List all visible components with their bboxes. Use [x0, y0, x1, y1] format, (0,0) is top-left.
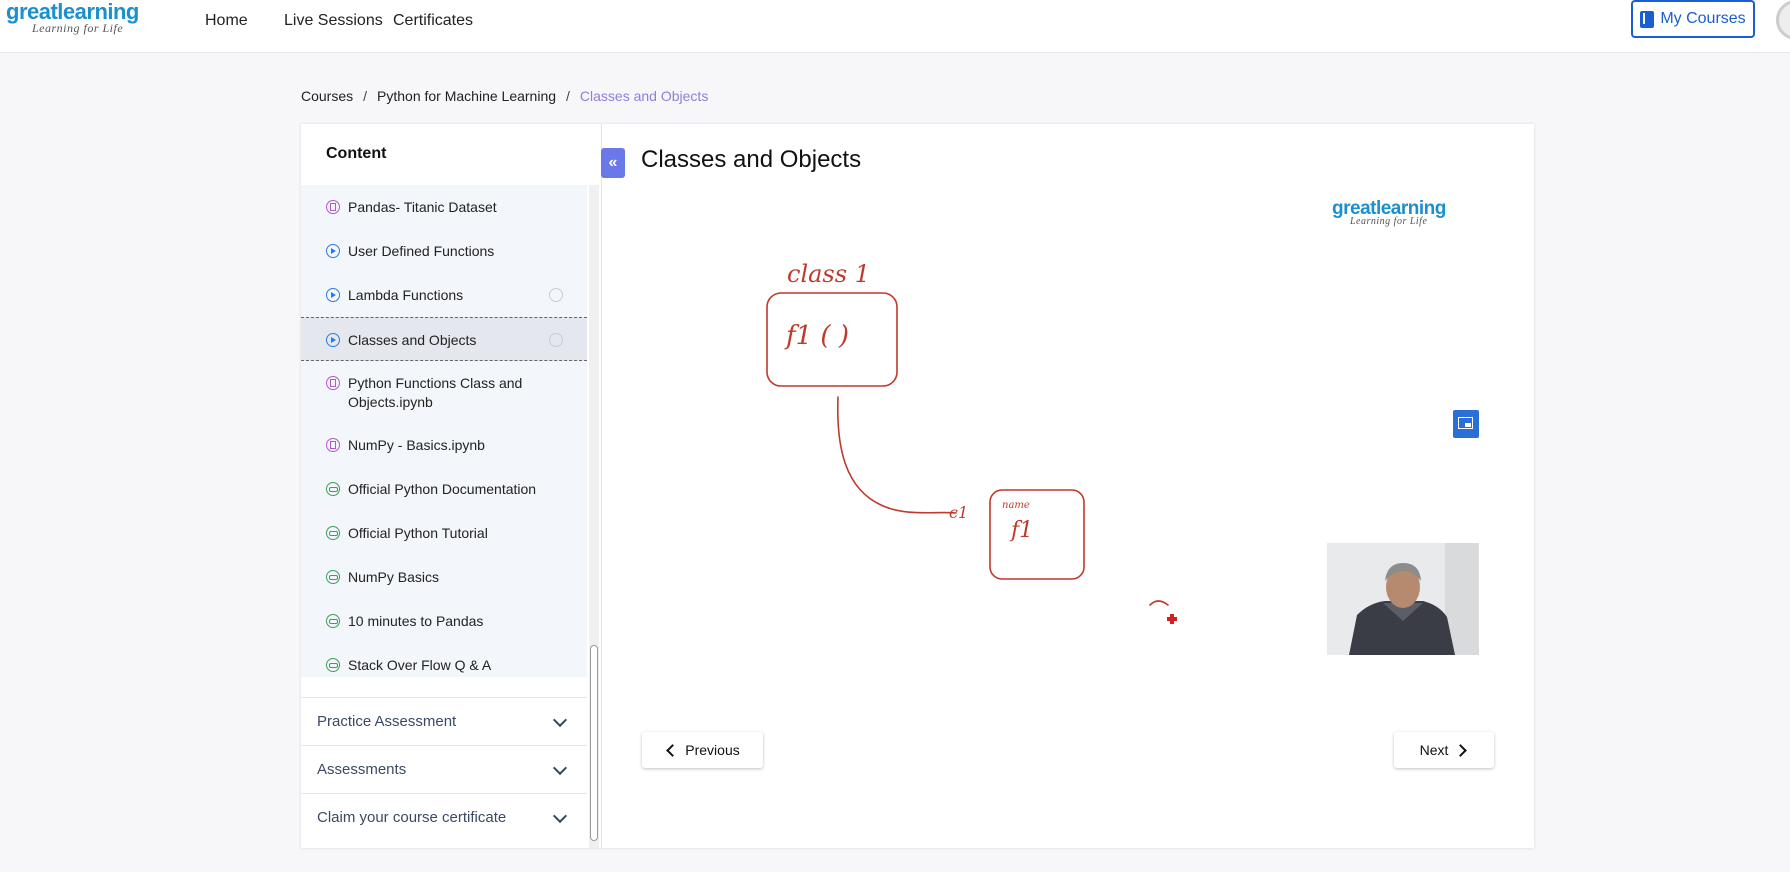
content-sidebar: Content Pandas- Titanic Dataset User Def…: [301, 124, 602, 848]
sidebar-item-label: Lambda Functions: [348, 287, 464, 303]
section-label: Practice Assessment: [317, 713, 457, 730]
play-icon: [326, 333, 340, 347]
play-icon: [326, 288, 340, 302]
pen-cursor-icon: [1167, 614, 1177, 624]
my-courses-label: My Courses: [1660, 10, 1746, 27]
nav-certificates[interactable]: Certificates: [393, 12, 473, 30]
sketch-class-label: class 1: [787, 260, 870, 288]
sidebar-item-lambda-functions[interactable]: Lambda Functions: [301, 273, 587, 317]
sidebar-item-label: Classes and Objects: [348, 332, 477, 348]
sidebar-item-label: Python Functions Class and Objects.ipynb: [348, 375, 523, 410]
sidebar-item-label: 10 minutes to Pandas: [348, 613, 484, 629]
progress-ring-icon: [549, 333, 563, 347]
chevron-right-icon: [1454, 743, 1468, 757]
scrollbar-thumb[interactable]: [590, 645, 598, 841]
section-assessments[interactable]: Assessments: [301, 745, 587, 793]
greatlearning-logo[interactable]: greatlearning Learning for Life: [6, 0, 139, 36]
sketch-connector-label: c1: [949, 503, 968, 522]
content-card: Content Pandas- Titanic Dataset User Def…: [301, 124, 1534, 848]
play-icon: [326, 244, 340, 258]
breadcrumb-current: Classes and Objects: [579, 88, 709, 104]
chevron-left-icon: [666, 743, 680, 757]
sketch-box2-top-label: name: [1002, 500, 1030, 511]
section-label: Assessments: [317, 761, 407, 778]
pdf-icon: [326, 200, 340, 214]
pdf-icon: [326, 376, 340, 390]
progress-ring-icon: [549, 288, 563, 302]
sidebar-item-stackoverflow[interactable]: Stack Over Flow Q & A: [301, 643, 587, 677]
sketch-box1-label: f1 ( ): [784, 321, 849, 351]
video-watermark-logo: greatlearning Learning for Life: [1332, 199, 1446, 228]
nav-live-sessions[interactable]: Live Sessions: [284, 12, 383, 30]
avatar[interactable]: [1776, 0, 1790, 40]
link-icon: [326, 570, 340, 584]
sidebar-item-python-docs[interactable]: Official Python Documentation: [301, 467, 587, 511]
previous-label: Previous: [685, 742, 740, 758]
sidebar-item-label: User Defined Functions: [348, 243, 495, 259]
sidebar-item-10-min-pandas[interactable]: 10 minutes to Pandas: [301, 599, 587, 643]
sidebar-item-pandas-titanic[interactable]: Pandas- Titanic Dataset: [301, 185, 587, 229]
sidebar-scrollbar[interactable]: [589, 185, 599, 848]
chevron-down-icon: [552, 808, 568, 824]
next-button[interactable]: Next: [1394, 732, 1494, 768]
sidebar-heading: Content: [326, 145, 387, 162]
section-practice-assessment[interactable]: Practice Assessment: [301, 697, 587, 745]
section-claim-certificate[interactable]: Claim your course certificate: [301, 793, 587, 841]
breadcrumb: Courses / Python for Machine Learning / …: [301, 88, 708, 104]
sidebar-item-label: NumPy Basics: [348, 569, 440, 585]
pdf-icon: [326, 438, 340, 452]
sidebar-item-numpy-basics[interactable]: NumPy Basics: [301, 555, 587, 599]
presenter-video-thumbnail: [1327, 543, 1479, 655]
book-icon: [1640, 10, 1655, 28]
next-label: Next: [1419, 742, 1449, 758]
link-icon: [326, 658, 340, 672]
sidebar-item-label: Official Python Documentation: [348, 481, 537, 497]
sidebar-item-classes-objects[interactable]: Classes and Objects: [301, 317, 587, 361]
top-navbar: greatlearning Learning for Life Home Liv…: [0, 0, 1790, 53]
sketch-box2-label: f1: [1009, 518, 1033, 543]
chevron-down-icon: [552, 712, 568, 728]
logo-tagline: Learning for Life: [32, 21, 124, 35]
breadcrumb-separator: /: [566, 88, 570, 104]
link-icon: [326, 482, 340, 496]
previous-button[interactable]: Previous: [642, 732, 763, 768]
link-icon: [326, 526, 340, 540]
sidebar-item-python-functions-notebook[interactable]: Python Functions Class and Objects.ipynb: [301, 361, 587, 423]
sidebar-item-label: Pandas- Titanic Dataset: [348, 199, 497, 215]
nav-home[interactable]: Home: [205, 12, 248, 30]
my-courses-button[interactable]: My Courses: [1631, 0, 1755, 38]
breadcrumb-separator: /: [363, 88, 368, 104]
sidebar-item-label: NumPy - Basics.ipynb: [348, 437, 485, 453]
breadcrumb-courses[interactable]: Courses: [301, 88, 353, 104]
picture-in-picture-icon[interactable]: [1453, 410, 1479, 438]
sidebar-item-numpy-basics-notebook[interactable]: NumPy - Basics.ipynb: [301, 423, 587, 467]
sidebar-item-label: Official Python Tutorial: [348, 525, 488, 541]
chevron-down-icon: [552, 760, 568, 776]
sidebar-list: Pandas- Titanic Dataset User Defined Fun…: [301, 185, 587, 677]
breadcrumb-course[interactable]: Python for Machine Learning: [377, 88, 556, 104]
link-icon: [326, 614, 340, 628]
sidebar-item-python-tutorial[interactable]: Official Python Tutorial: [301, 511, 587, 555]
sidebar-item-user-defined-functions[interactable]: User Defined Functions: [301, 229, 587, 273]
page-title: Classes and Objects: [641, 146, 862, 173]
section-label: Claim your course certificate: [317, 809, 507, 826]
sidebar-item-label: Stack Over Flow Q & A: [348, 657, 492, 673]
collapse-sidebar-button[interactable]: «: [601, 148, 625, 178]
